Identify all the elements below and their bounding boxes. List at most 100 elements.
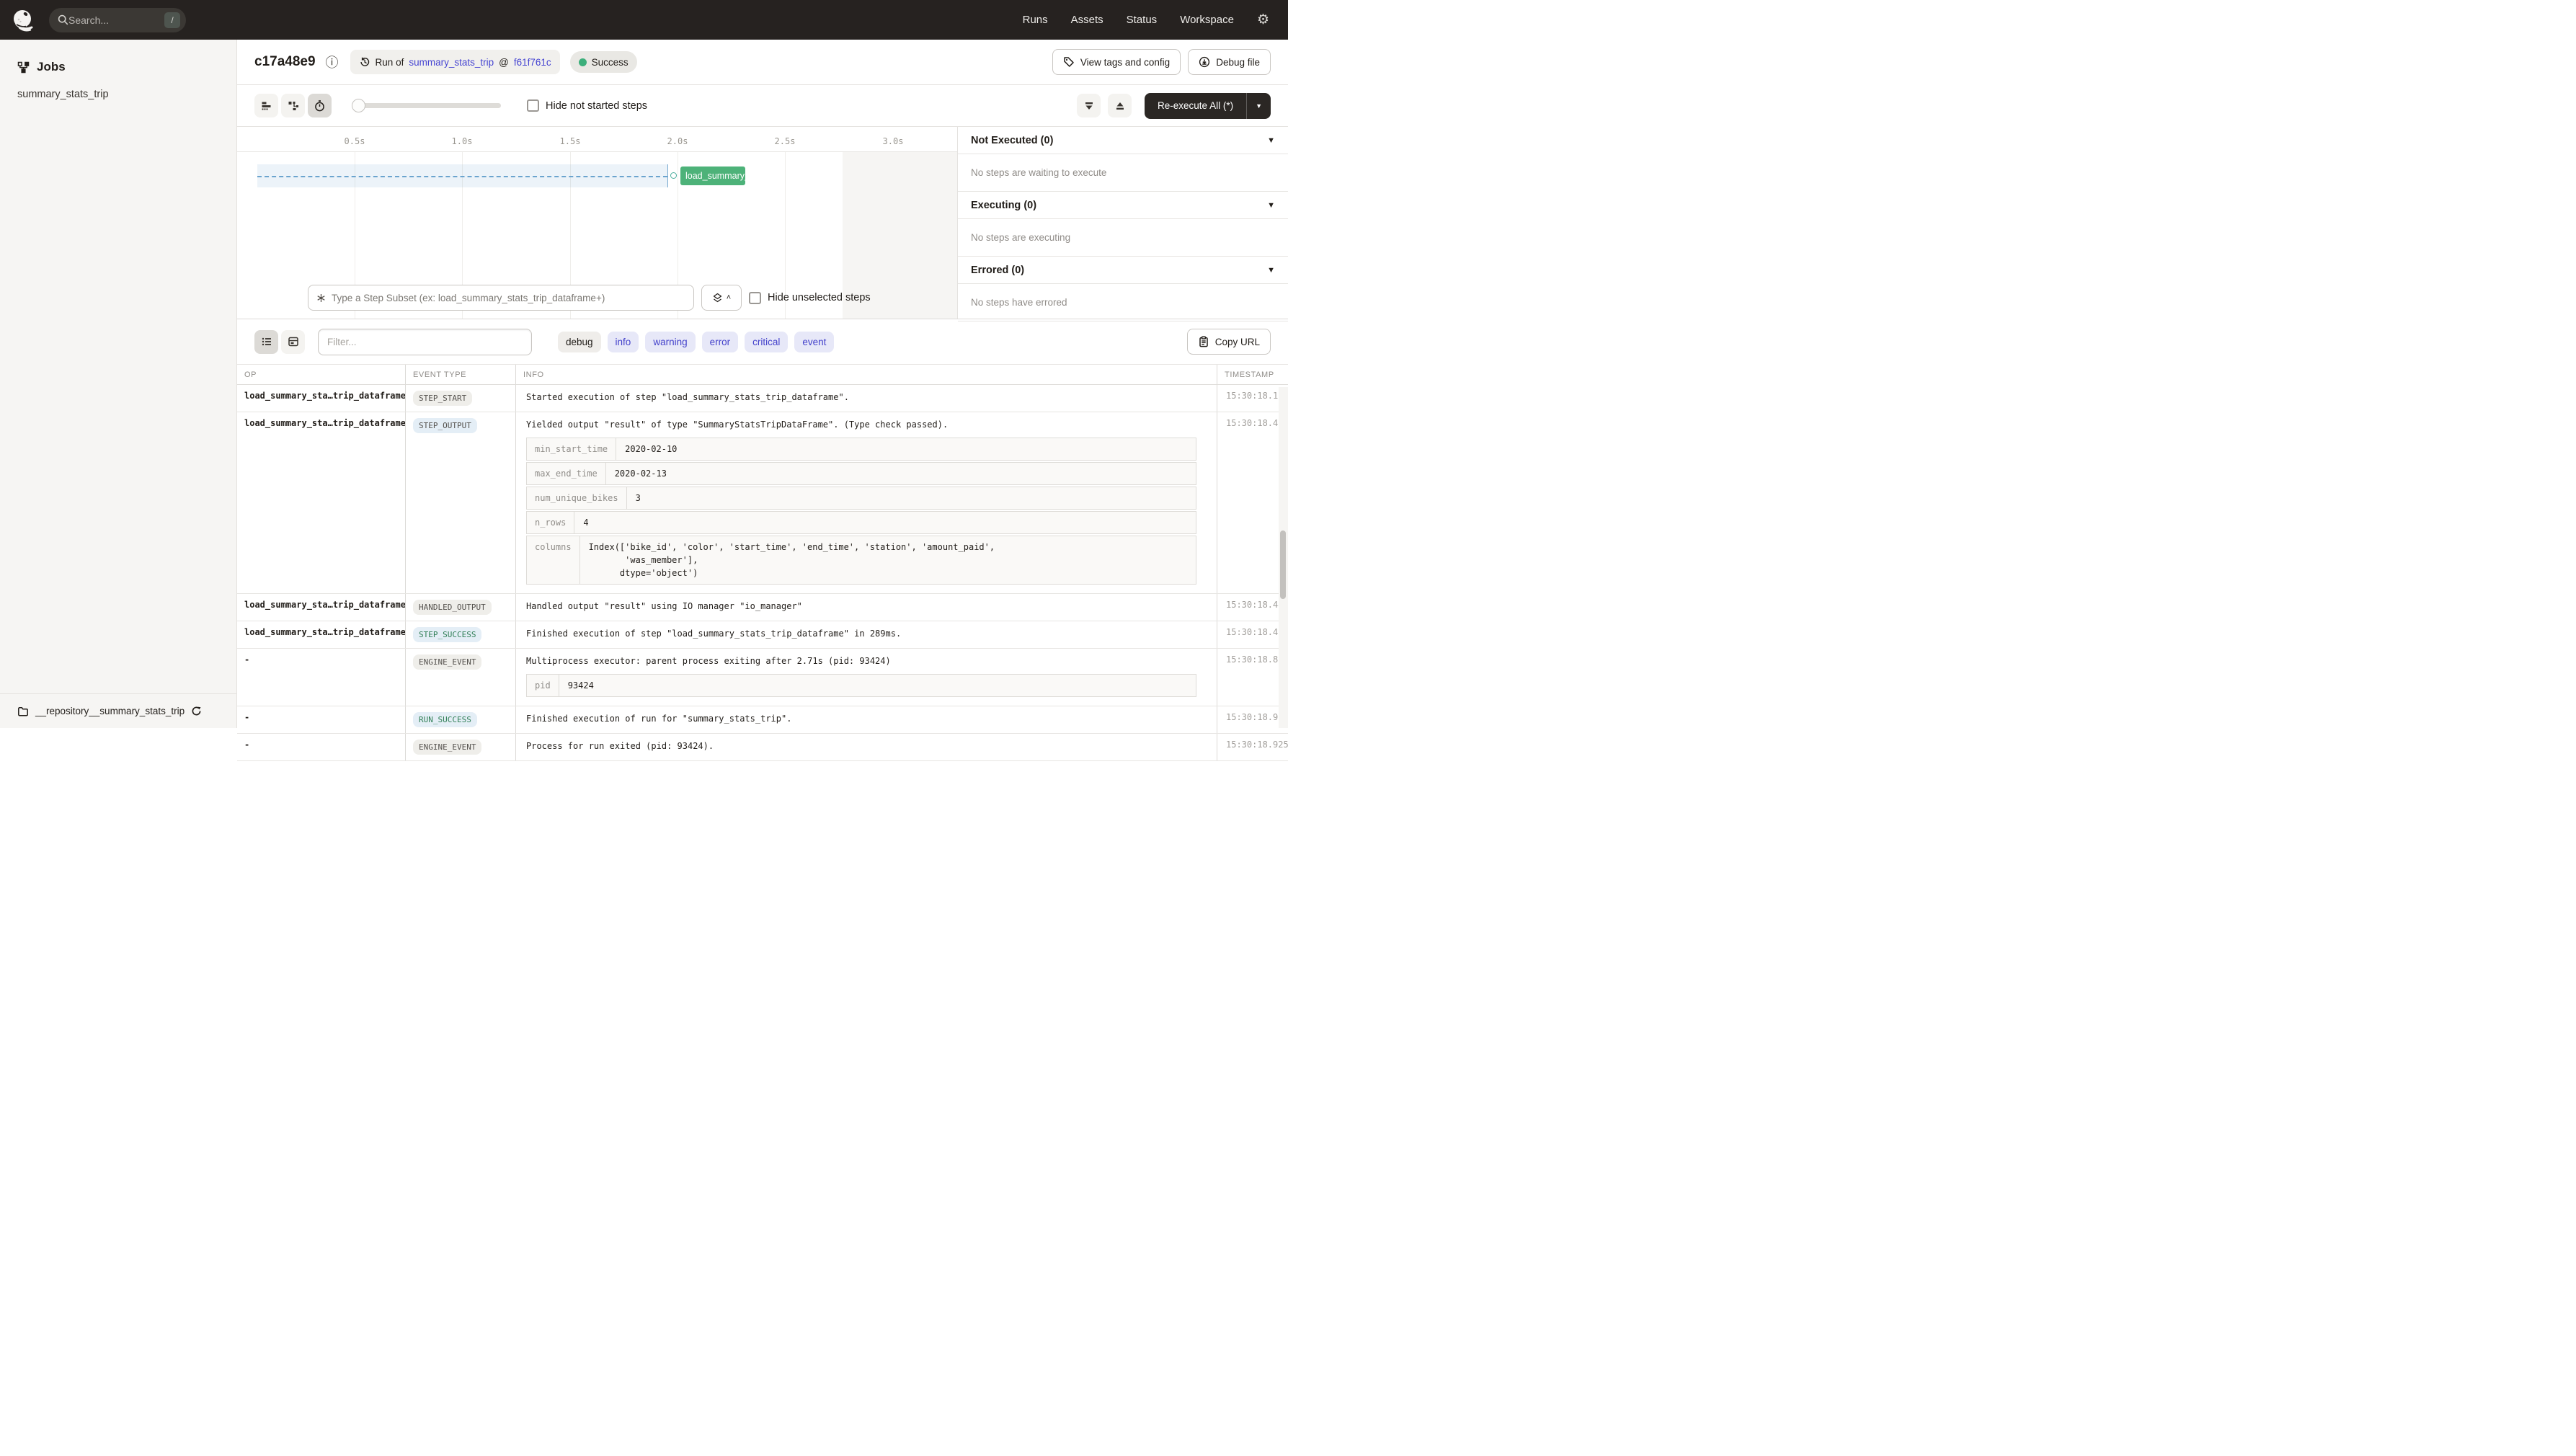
log-row[interactable]: - RUN_SUCCESS Finished execution of run fo… xyxy=(237,706,1288,734)
axis-tick-label: 2.0s xyxy=(667,136,688,146)
log-event-type-cell: STEP_SUCCESS xyxy=(406,621,516,648)
metadata-value: 3 xyxy=(635,493,641,503)
step-section-header-0[interactable]: Not Executed (0) ▼ xyxy=(958,127,1288,154)
log-message: Handled output "result" using IO manager… xyxy=(526,601,802,611)
graph-query-options-button[interactable]: ˄ xyxy=(701,285,742,311)
metadata-row: num_unique_bikes 3 xyxy=(526,487,1196,510)
log-filter-input[interactable] xyxy=(327,336,523,347)
nav-runs[interactable]: Runs xyxy=(1023,14,1048,26)
chevron-down-icon: ▼ xyxy=(1267,265,1275,275)
scroll-to-top-button[interactable] xyxy=(1108,94,1132,117)
nav-assets[interactable]: Assets xyxy=(1071,14,1103,26)
log-table-header: OP EVENT TYPE INFO TIMESTAMP xyxy=(237,365,1288,385)
event-type-chip: HANDLED_OUTPUT xyxy=(413,600,492,615)
waterfall-view-toggle[interactable] xyxy=(281,94,305,117)
hide-not-started-label: Hide not started steps xyxy=(546,99,648,112)
commit-link[interactable]: f61f761c xyxy=(514,57,551,68)
level-chip-warning[interactable]: warning xyxy=(645,331,696,352)
metadata-key: columns xyxy=(527,536,580,584)
gantt-dependency-dashed-line xyxy=(257,176,667,177)
search-input[interactable] xyxy=(68,14,164,26)
log-level-chips: debug info warning error critical event xyxy=(558,331,835,352)
log-event-type-cell: ENGINE_EVENT xyxy=(406,649,516,706)
scroll-to-bottom-button[interactable] xyxy=(1077,94,1101,117)
copy-url-button[interactable]: Copy URL xyxy=(1186,329,1271,355)
info-icon[interactable]: ⓘ xyxy=(326,53,339,71)
step-section-header-2[interactable]: Errored (0) ▼ xyxy=(958,257,1288,284)
axis-tick-label: 3.0s xyxy=(882,136,904,146)
flat-view-toggle[interactable] xyxy=(254,94,278,117)
status-badge: Success xyxy=(569,51,637,73)
level-chip-error[interactable]: error xyxy=(701,331,739,352)
refresh-icon[interactable] xyxy=(191,706,202,716)
step-section-title: Not Executed (0) xyxy=(971,134,1054,146)
logs-toolbar: debug info warningerror criticalevent Copy … xyxy=(237,319,1288,365)
dagster-logo-icon[interactable] xyxy=(12,8,36,32)
log-row[interactable]: load_summary_sta…trip_dataframe HANDLED_O… xyxy=(237,594,1288,621)
jobs-title: Jobs xyxy=(37,60,66,74)
log-row[interactable]: load_summary_sta…trip_dataframe STEP_STAR… xyxy=(237,385,1288,412)
zoom-slider[interactable] xyxy=(352,99,501,112)
log-op: - xyxy=(237,734,406,760)
log-message: Finished execution of step "load_summary… xyxy=(526,629,902,639)
metadata-key: n_rows xyxy=(527,512,575,533)
reexecute-all-button[interactable]: Re-execute All (*) xyxy=(1145,100,1246,111)
hide-unselected-label: Hide unselected steps xyxy=(768,292,871,303)
job-link[interactable]: summary_stats_trip xyxy=(409,57,494,68)
repository-row: __repository__summary_stats_trip xyxy=(0,693,236,728)
search-icon xyxy=(58,14,68,25)
col-op: OP xyxy=(237,365,406,384)
clipboard-icon xyxy=(1198,336,1209,347)
log-message: Finished execution of run for "summary_s… xyxy=(526,714,792,724)
log-timestamp: 15:30:18.451 xyxy=(1226,627,1288,637)
log-row[interactable]: - ENGINE_EVENT Multiprocess executor: pare… xyxy=(237,649,1288,706)
chevron-down-icon: ▼ xyxy=(1267,200,1275,210)
event-type-chip: STEP_SUCCESS xyxy=(413,627,482,642)
step-subset-input[interactable] xyxy=(332,292,686,303)
log-structured-view-toggle[interactable] xyxy=(281,329,305,354)
level-chip-event[interactable]: event xyxy=(794,331,835,352)
zoom-slider-thumb[interactable] xyxy=(352,99,365,112)
log-info: Handled output "result" using IO manager… xyxy=(516,594,1217,621)
settings-gear-icon[interactable]: ⚙ xyxy=(1257,13,1269,27)
log-info: Finished execution of step "load_summary… xyxy=(516,621,1217,648)
log-message: Started execution of step "load_summary_… xyxy=(526,392,849,402)
log-row[interactable]: - ENGINE_EVENT Process for run exited (pid… xyxy=(237,734,1288,761)
run-of-pill: Run of summary_stats_trip @ f61f761c xyxy=(350,50,560,74)
log-list-view-toggle[interactable] xyxy=(254,329,278,354)
reexecute-dropdown-caret[interactable]: ▼ xyxy=(1247,102,1271,110)
log-message: Multiprocess executor: parent process ex… xyxy=(526,656,891,666)
debug-file-button[interactable]: Debug file xyxy=(1188,49,1271,75)
step-section-header-1[interactable]: Executing (0) ▼ xyxy=(958,192,1288,219)
chevron-down-icon: ▼ xyxy=(1267,136,1275,145)
gantt-step-bar[interactable]: load_summary_ xyxy=(680,167,745,185)
log-op: - xyxy=(237,706,406,733)
metadata-key: pid xyxy=(527,675,559,696)
hide-not-started-checkbox[interactable] xyxy=(527,99,539,112)
log-scrollbar-thumb[interactable] xyxy=(1280,531,1286,599)
view-tags-config-button[interactable]: View tags and config xyxy=(1052,49,1181,75)
step-section-title: Errored (0) xyxy=(971,264,1025,276)
metadata-row: columns Index(['bike_id', 'color', 'start… xyxy=(526,536,1196,585)
level-chip-critical[interactable]: critical xyxy=(745,331,789,352)
step-section-empty-text: No steps are waiting to execute xyxy=(958,154,1288,192)
col-timestamp: TIMESTAMP xyxy=(1225,370,1274,379)
sidebar-item-summary-stats-trip[interactable]: summary_stats_trip xyxy=(0,81,236,107)
tag-icon xyxy=(1063,56,1075,68)
run-header: c17a48e9 ⓘ Run of summary_stats_trip @ f… xyxy=(237,40,1288,85)
log-timestamp: 15:30:18.904 xyxy=(1226,712,1288,722)
log-row[interactable]: load_summary_sta…trip_dataframe STEP_OUTP… xyxy=(237,412,1288,594)
log-timestamp: 15:30:18.427 xyxy=(1226,418,1288,428)
level-chip-info[interactable]: info xyxy=(607,331,639,352)
run-of-text: Run of xyxy=(375,56,404,68)
nav-workspace[interactable]: Workspace xyxy=(1180,14,1234,26)
log-info: Process for run exited (pid: 93424). xyxy=(516,734,1217,760)
hide-unselected-checkbox[interactable] xyxy=(749,291,761,304)
log-row[interactable]: load_summary_sta…trip_dataframe STEP_SUCC… xyxy=(237,621,1288,649)
log-timestamp: 15:30:18.442 xyxy=(1226,600,1288,610)
level-chip-debug[interactable]: debug xyxy=(558,331,601,352)
nav-status[interactable]: Status xyxy=(1127,14,1158,26)
timed-view-toggle[interactable] xyxy=(308,94,332,117)
run-id: c17a48e9 xyxy=(254,54,316,69)
reexecute-split-button: Re-execute All (*) ▼ xyxy=(1145,92,1271,119)
